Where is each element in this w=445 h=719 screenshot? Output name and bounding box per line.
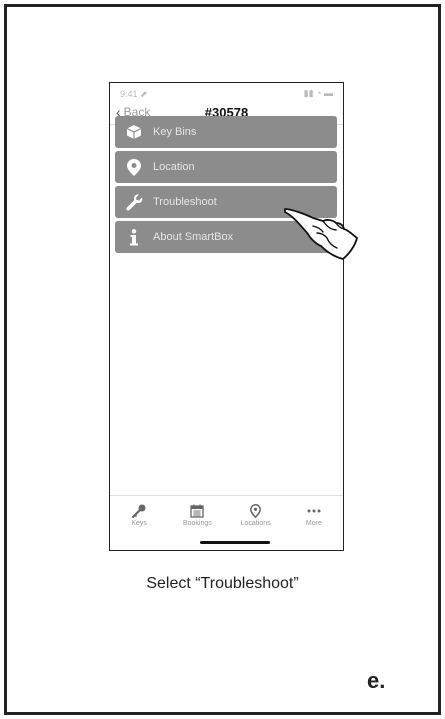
menu-item-label: Troubleshoot [153,196,217,208]
menu-item-label: Key Bins [153,126,197,138]
step-label: e. [367,668,386,693]
tab-label: Locations [240,520,271,527]
menu-item-location[interactable]: Location [115,151,337,183]
status-time: 9:41 ⬈ [120,89,148,99]
box-icon [123,121,145,143]
key-icon [132,503,146,518]
menu-item-label: About SmartBox [153,231,234,243]
tab-label: Keys [131,520,147,527]
tab-bar: Keys Bookings Locations More [110,495,343,534]
menu-item-key-bins[interactable]: Key Bins [115,116,337,148]
tab-label: Bookings [182,520,212,527]
pointing-hand-icon [283,202,363,262]
wrench-icon [123,191,145,213]
info-icon [123,226,145,248]
tab-keys[interactable]: Keys [114,496,164,534]
status-bar: 9:41 ⬈ ▮▮ ◔ ▬ [110,83,343,103]
location-pin-icon [250,503,262,518]
home-indicator [200,541,270,544]
location-pin-icon [123,156,145,178]
tab-label: More [305,520,322,527]
tab-bookings[interactable]: Bookings [172,496,222,534]
status-icons: ▮▮ ◔ ▬ [303,88,333,98]
tab-locations[interactable]: Locations [231,496,281,534]
ellipsis-icon [307,503,321,518]
instruction-caption: Select “Troubleshoot” [146,575,299,592]
tab-more[interactable]: More [289,496,339,534]
calendar-icon [190,503,205,518]
phone-screen: 9:41 ⬈ ▮▮ ◔ ▬ ‹ Back #30578 Key Bins Loc… [109,82,344,551]
menu-item-label: Location [153,161,195,173]
